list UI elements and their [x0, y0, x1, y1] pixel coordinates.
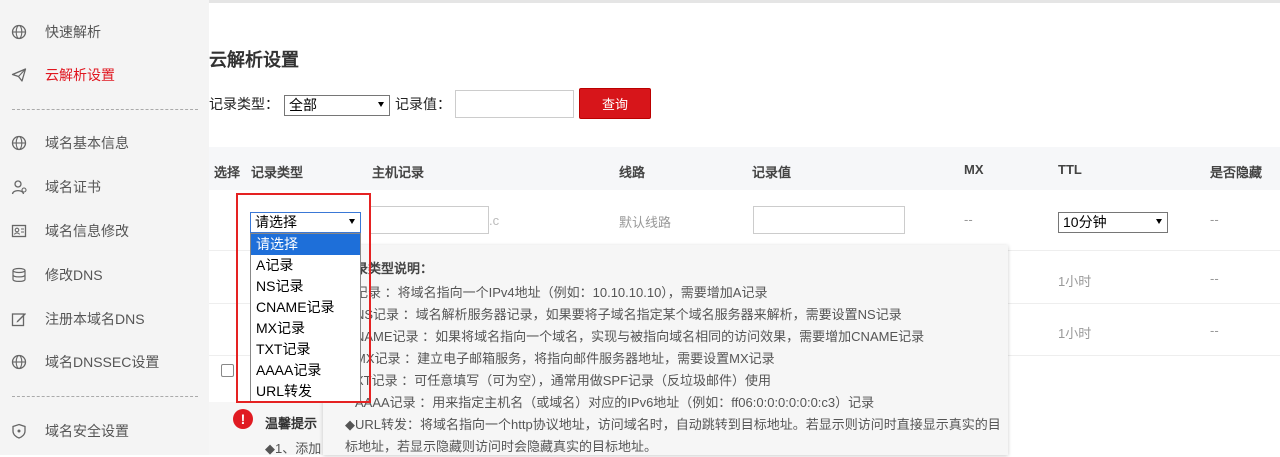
- sidebar-item-domain-basic-info[interactable]: 域名基本信息: [0, 123, 209, 163]
- sidebar-item-label: 域名基本信息: [45, 135, 129, 151]
- query-button[interactable]: 查询: [579, 88, 651, 119]
- sidebar-item-quick-resolve[interactable]: 快速解析: [0, 12, 209, 52]
- sidebar-item-domain-info-modify[interactable]: 域名信息修改: [0, 211, 209, 251]
- sidebar-item-label: 修改DNS: [45, 267, 103, 283]
- ttl-value: 1小时: [1058, 326, 1092, 341]
- tip-item: ◆1、添加: [265, 441, 322, 456]
- sidebar-item-domain-certificate[interactable]: 域名证书: [0, 167, 209, 207]
- th-mx: MX: [964, 162, 984, 177]
- sidebar-item-modify-dns[interactable]: 修改DNS: [0, 255, 209, 295]
- chevron-down-icon: [378, 102, 384, 107]
- popover-line-txt: XT记录 ：可任意填写（可为空），通常用做SPF记录（反垃圾邮件）使用: [355, 373, 772, 388]
- popover-line-cname: NAME记录 ：如果将域名指向一个域名，实现与被指向域名相同的访问效果，需要增加…: [355, 329, 925, 344]
- database-icon: [10, 266, 28, 284]
- popover-line-url: ◆URL转发：将域名指向一个http协议地址，访问域名时，自动跳转到目标地址。若…: [345, 417, 1001, 432]
- popover-line-mx: MX记录 ：建立电子邮箱服务，将指向邮件服务器地址，需要设置MX记录: [355, 351, 775, 366]
- select-all-checkbox[interactable]: [221, 364, 234, 377]
- sidebar-item-domain-dnssec[interactable]: 域名DNSSEC设置: [0, 342, 209, 382]
- id-card-icon: [10, 222, 28, 240]
- ttl-select[interactable]: 10分钟: [1058, 212, 1168, 233]
- sidebar-item-label: 域名信息修改: [45, 223, 129, 239]
- hidden-value: --: [1210, 323, 1219, 338]
- sidebar-divider: [12, 396, 198, 397]
- sidebar: 快速解析 云解析设置 域名基本信息 域名证书 域名信息修改 修改DNS 注册本域…: [0, 0, 209, 455]
- sidebar-item-label: 云解析设置: [45, 67, 115, 83]
- th-record-value: 记录值: [752, 165, 792, 180]
- shield-icon: [10, 422, 28, 440]
- globe-icon: [10, 23, 28, 41]
- popover-line-a: 记录 ：将域名指向一个IPv4地址（例如：10.10.10.10），需要增加A记…: [355, 285, 768, 300]
- record-value-field[interactable]: [753, 206, 905, 234]
- record-type-label: 记录类型：: [209, 96, 279, 112]
- record-value-input[interactable]: [455, 90, 574, 118]
- th-record-type: 记录类型: [251, 165, 304, 180]
- edit-icon: [10, 310, 28, 328]
- sidebar-item-label: 域名安全设置: [45, 423, 129, 439]
- globe-icon: [10, 353, 28, 371]
- highlight-box: [236, 193, 371, 403]
- th-select: 选择: [214, 165, 241, 180]
- ttl-select-value: 10分钟: [1063, 214, 1107, 230]
- top-border: [209, 0, 1280, 3]
- table-header: [209, 147, 1280, 190]
- th-ttl: TTL: [1058, 162, 1082, 177]
- host-input[interactable]: [370, 206, 489, 234]
- mx-value: --: [964, 212, 973, 227]
- host-suffix: .c: [489, 213, 500, 228]
- record-value-label: 记录值：: [395, 96, 451, 112]
- popover-line-aaaa: AAAA记录 ：用来指定主机名（或域名）对应的IPv6地址（例如：ff06:0:…: [355, 395, 875, 410]
- globe-icon: [10, 134, 28, 152]
- hidden-value: --: [1210, 271, 1219, 286]
- sidebar-item-domain-security[interactable]: 域名安全设置: [0, 411, 209, 451]
- record-type-select[interactable]: 全部: [284, 95, 390, 116]
- sidebar-item-label: 域名DNSSEC设置: [45, 354, 160, 370]
- sidebar-item-label: 快速解析: [45, 24, 101, 40]
- sidebar-divider: [12, 109, 198, 110]
- th-host: 主机记录: [372, 165, 425, 180]
- user-certificate-icon: [10, 178, 28, 196]
- popover-line-ns: NS记录 ：域名解析服务器记录，如果要将子域名指定某个域名服务器来解析，需要设置…: [355, 307, 902, 322]
- line-value: 默认线路: [619, 215, 672, 230]
- tip-title: 温馨提示: [265, 416, 318, 431]
- th-hidden: 是否隐藏: [1210, 165, 1263, 180]
- th-line: 线路: [619, 165, 646, 180]
- sidebar-item-label: 注册本域名DNS: [45, 311, 145, 327]
- hidden-value: --: [1210, 212, 1219, 227]
- chevron-down-icon: [1156, 219, 1162, 224]
- record-type-select-value: 全部: [289, 97, 317, 113]
- warning-icon: !: [233, 409, 253, 429]
- ttl-value: 1小时: [1058, 274, 1092, 289]
- sidebar-item-label: 域名证书: [45, 179, 101, 195]
- record-type-help-popover: 录类型说明： 记录 ：将域名指向一个IPv4地址（例如：10.10.10.10）…: [323, 245, 1008, 455]
- sidebar-item-cloud-resolve-settings[interactable]: 云解析设置: [0, 55, 209, 95]
- page-title: 云解析设置: [209, 50, 299, 70]
- popover-line-url-cont: 标地址，若显示隐藏则访问时会隐藏真实的目标地址。: [345, 439, 658, 454]
- sidebar-item-register-domain-dns[interactable]: 注册本域名DNS: [0, 299, 209, 339]
- paper-plane-icon: [10, 66, 28, 84]
